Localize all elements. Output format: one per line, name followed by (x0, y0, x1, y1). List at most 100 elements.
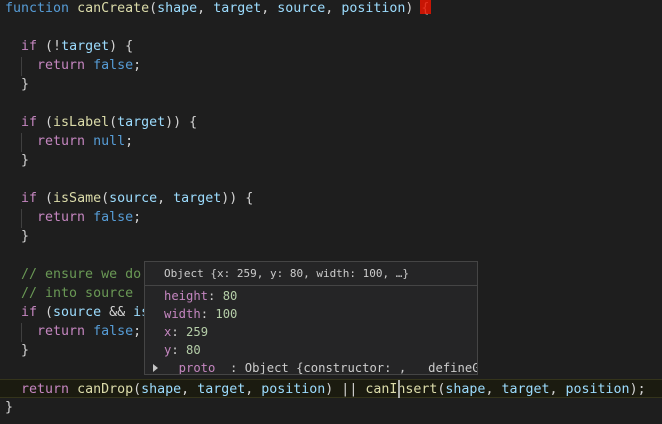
code-token: null (93, 134, 126, 149)
code-token: if (21, 305, 38, 320)
code-line[interactable] (0, 170, 662, 189)
code-text: } (5, 341, 29, 360)
property-key: height (164, 289, 209, 303)
code-token: return (37, 324, 86, 339)
property-value: 100 (215, 307, 238, 321)
code-token: } (5, 229, 30, 244)
code-token: , (245, 382, 262, 397)
code-token: if (21, 39, 38, 54)
code-token: if (21, 115, 38, 130)
code-token: canDrop (77, 382, 134, 397)
hover-proto-row[interactable]: __proto__: Object {constructor: , __defi… (145, 359, 478, 375)
code-text: } (5, 75, 29, 94)
code-text: if (!target) { (5, 37, 133, 56)
hover-property-row[interactable]: height: 80 (164, 287, 237, 305)
code-line[interactable]: return false; (0, 56, 662, 75)
code-token: } (5, 400, 14, 415)
code-token: )) { (221, 191, 254, 206)
code-line[interactable] (0, 18, 662, 37)
hover-property-row[interactable]: x: 259 (164, 323, 208, 341)
code-token: ; (125, 134, 134, 149)
code-text: return false; (5, 208, 141, 227)
code-text: if (isLabel(target)) { (5, 113, 197, 132)
code-token: ) { (109, 39, 134, 54)
code-line[interactable]: } (0, 75, 662, 94)
hover-property-row[interactable]: width: 100 (164, 305, 237, 323)
code-line[interactable]: function canCreate(shape, target, source… (0, 0, 662, 18)
property-value: 80 (222, 289, 238, 303)
code-token: } (5, 77, 30, 92)
code-token: ( (149, 1, 158, 16)
code-token: , (485, 382, 502, 397)
code-token: shape (157, 1, 198, 16)
code-token: return (37, 58, 86, 73)
property-value: 80 (186, 343, 201, 357)
code-token: , (261, 1, 278, 16)
code-token: isLabel (53, 115, 110, 130)
code-token: return (37, 134, 86, 149)
code-token: canInsert (365, 382, 438, 397)
code-token: position (341, 1, 406, 16)
code-token: position (261, 382, 326, 397)
proto-value: Object {constructor: , __defineGe (244, 361, 478, 375)
code-token: , (197, 1, 214, 16)
code-token: target (61, 39, 110, 54)
hover-property-row[interactable]: y: 80 (164, 341, 201, 359)
code-token: , (325, 1, 342, 16)
code-token: , (157, 191, 174, 206)
code-token: source (277, 1, 326, 16)
code-token: ; (133, 210, 142, 225)
code-token: } (5, 153, 30, 168)
code-line[interactable] (0, 94, 662, 113)
code-line[interactable]: } (0, 151, 662, 170)
code-text: return canDrop(shape, target, position) … (5, 380, 646, 399)
code-line[interactable]: } (0, 398, 662, 417)
code-token: false (93, 210, 134, 225)
code-token: shape (445, 382, 486, 397)
code-token: source (109, 191, 158, 206)
code-line[interactable]: return null; (0, 132, 662, 151)
code-text: return false; (5, 56, 141, 75)
property-key: width (164, 307, 201, 321)
code-line[interactable]: } (0, 227, 662, 246)
code-token: (! (37, 39, 62, 54)
code-line[interactable]: if (isSame(source, target)) { (0, 189, 662, 208)
code-token: ( (109, 115, 118, 130)
code-line[interactable]: return false; (0, 208, 662, 227)
code-token: )) { (165, 115, 198, 130)
code-token: shape (141, 382, 182, 397)
debug-hover-widget[interactable]: Object {x: 259, y: 80, width: 100, …} he… (144, 261, 478, 375)
code-token: ); (629, 382, 646, 397)
code-text: if (source && is (5, 303, 149, 322)
code-token: ( (133, 382, 142, 397)
code-token: } (5, 343, 30, 358)
code-token: canCreate (77, 1, 150, 16)
code-token: ) || (325, 382, 366, 397)
code-line[interactable]: if (!target) { (0, 37, 662, 56)
code-text: } (5, 398, 13, 417)
code-token: ( (37, 115, 54, 130)
code-token: , (181, 382, 198, 397)
property-separator: : (171, 343, 187, 357)
code-text: return null; (5, 132, 133, 151)
code-token: position (565, 382, 630, 397)
property-value: 259 (186, 325, 209, 339)
code-token: false (93, 324, 134, 339)
expand-chevron-icon[interactable] (153, 364, 158, 372)
code-token: source (53, 305, 102, 320)
code-line[interactable]: if (isLabel(target)) { (0, 113, 662, 132)
proto-text: __proto__: Object {constructor: , __defi… (164, 359, 478, 375)
code-token: target (117, 115, 166, 130)
code-token: target (197, 382, 246, 397)
code-text: // ensure we do (5, 265, 141, 284)
current-code-line[interactable]: return canDrop(shape, target, position) … (0, 379, 662, 398)
